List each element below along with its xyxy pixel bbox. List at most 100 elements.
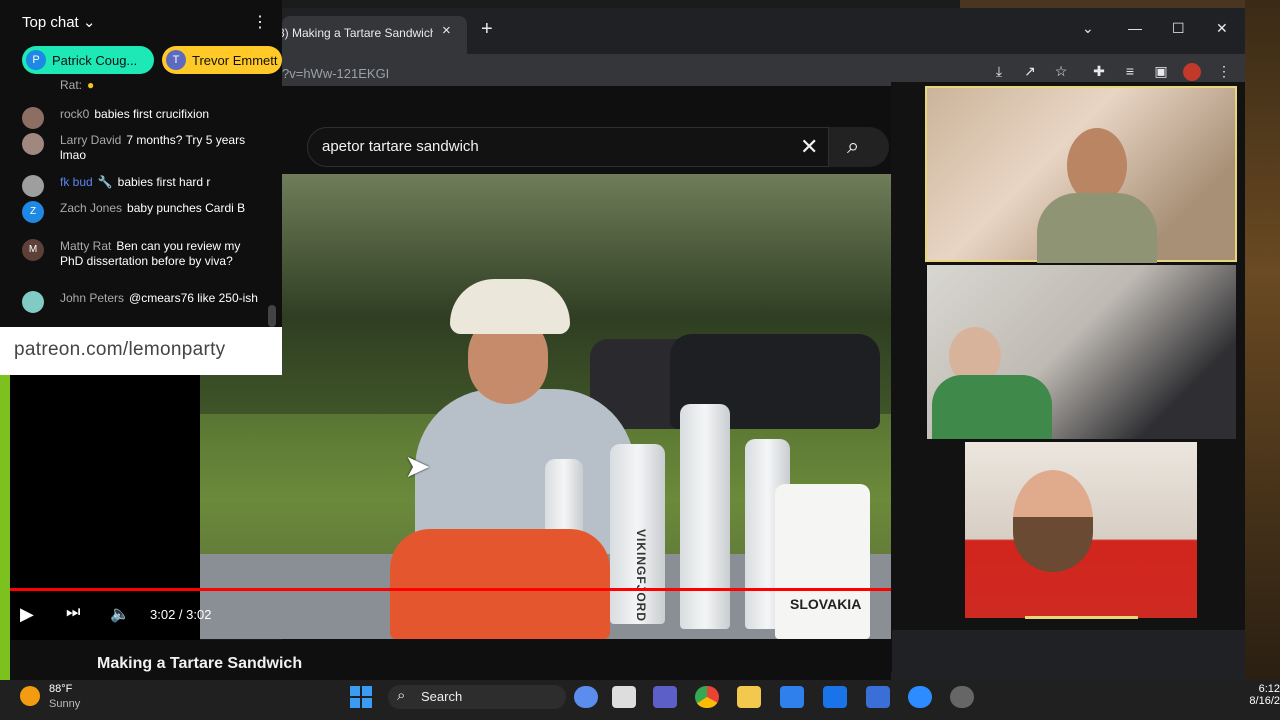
folder-icon[interactable] (737, 686, 761, 708)
search-input[interactable]: apetor tartare sandwich (322, 138, 479, 155)
webcam-feed-1 (925, 86, 1237, 263)
windows-logo-tile (362, 686, 372, 696)
play-icon[interactable]: ▶ (20, 604, 34, 625)
tab-search-icon[interactable]: ⌄ (1082, 20, 1094, 37)
taskbar-search[interactable]: ⌕ Search (388, 685, 566, 709)
webcam-body (932, 375, 1052, 439)
install-icon[interactable]: ⤓ (990, 63, 1008, 81)
chat-author: Rat: (60, 78, 83, 92)
progress-bar[interactable] (10, 588, 891, 591)
tab-close-button[interactable]: × (442, 22, 451, 39)
address-bar[interactable]: ?v=hWw-121EKGI (282, 66, 389, 81)
chat-author: John Peters (60, 291, 125, 305)
time-display: 3:02 / 3:02 (150, 607, 212, 622)
side-panel-icon[interactable]: ▣ (1152, 63, 1170, 81)
chat-message: Larry David 7 months? Try 5 years lmao (22, 133, 262, 165)
video-letterbox (10, 375, 200, 640)
avatar: P (26, 50, 46, 70)
chat-author: Matty Rat (60, 239, 112, 253)
chat-message: John Peters @cmears76 like 250-ish (22, 291, 262, 323)
share-icon[interactable]: ↗ (1021, 63, 1039, 81)
teams-icon[interactable] (653, 686, 677, 708)
store-icon[interactable] (780, 686, 804, 708)
chat-message: M Matty Rat Ben can you review my PhD dis… (22, 239, 262, 285)
chat-author: rock0 (60, 107, 90, 121)
webcam-beard (1013, 517, 1093, 572)
mail-icon[interactable] (823, 686, 847, 708)
weather-temp[interactable]: 88°F (49, 683, 72, 695)
reading-list-icon[interactable]: ≡ (1121, 63, 1139, 81)
windows-logo-tile (350, 698, 360, 708)
live-chat: Top chat ⌄ ⋮ P Patrick Coug... T Trevor … (0, 0, 282, 327)
search-button[interactable]: ⌕ (829, 127, 889, 167)
chat-text: baby punches Cardi B (127, 201, 246, 215)
chat-scrollbar[interactable] (268, 305, 276, 327)
bottle-label: VIKINGFJORD (634, 529, 648, 623)
taskbar (0, 680, 1280, 720)
chat-text: @cmears76 like 250-ish (129, 291, 258, 305)
taskbar-search-label: Search (421, 689, 463, 704)
maximize-button[interactable]: ☐ (1172, 20, 1185, 37)
zoom-icon[interactable] (908, 686, 932, 708)
hand-icon: ● (87, 78, 95, 92)
avatar: M (22, 239, 44, 261)
volume-icon[interactable]: 🔈 (110, 604, 130, 624)
windows-logo-tile (350, 686, 360, 696)
chat-message: rock0 babies first crucifixion (22, 107, 262, 129)
bing-icon[interactable] (574, 686, 598, 708)
chip-name: Trevor Emmett (192, 53, 278, 68)
extensions-icon[interactable]: ✚ (1090, 63, 1108, 81)
video-chainsaw (390, 529, 610, 639)
chat-message: Z Zach Jones baby punches Cardi B (22, 201, 262, 233)
speaking-indicator (1025, 616, 1138, 619)
avatar (22, 175, 44, 197)
webcam-face (1067, 128, 1127, 203)
chrome-icon[interactable] (695, 686, 719, 708)
windows-logo-tile (362, 698, 372, 708)
profile-avatar[interactable] (1183, 63, 1201, 81)
new-tab-button[interactable]: + (481, 18, 493, 41)
background-strip (960, 0, 1280, 8)
chat-author: fk bud (60, 175, 93, 189)
copilot-icon[interactable] (866, 686, 890, 708)
weather-condition[interactable]: Sunny (49, 698, 80, 710)
search-box[interactable]: apetor tartare sandwich ✕ (307, 127, 829, 167)
sun-icon[interactable] (20, 686, 40, 706)
pinned-user-chip[interactable]: P Patrick Coug... (22, 46, 154, 74)
youtube-header (282, 86, 892, 112)
chat-menu-icon[interactable]: ⋮ (252, 12, 268, 32)
start-button[interactable] (350, 686, 372, 708)
file-icon[interactable] (612, 686, 636, 708)
browser-tab[interactable]: 8) Making a Tartare Sandwich × (278, 16, 467, 54)
chat-author: Zach Jones (60, 201, 123, 215)
close-window-button[interactable]: ✕ (1216, 20, 1228, 37)
clock[interactable]: 6:12 8/16/2 (1222, 683, 1280, 707)
pinned-user-chip[interactable]: T Trevor Emmett (162, 46, 282, 74)
minimize-button[interactable]: — (1128, 20, 1142, 36)
patreon-banner: patreon.com/lemonparty (0, 327, 282, 375)
tab-strip: 8) Making a Tartare Sandwich × + ⌄ — ☐ ✕ (278, 8, 1245, 54)
menu-icon[interactable]: ⋮ (1215, 63, 1233, 81)
bookmark-star-icon[interactable]: ☆ (1052, 63, 1070, 81)
avatar: Z (22, 201, 44, 223)
search-icon: ⌕ (397, 687, 406, 704)
chat-text: babies first hard r (117, 175, 211, 189)
webcam-feed-3 (965, 442, 1197, 618)
chat-author: Larry David (60, 133, 122, 147)
wrench-icon: 🔧 (97, 175, 113, 189)
mouse-cursor-icon: ➤ (404, 448, 431, 484)
chat-message: Rat: ● (22, 78, 262, 92)
clock-date: 8/16/2 (1249, 695, 1280, 707)
recording-app-icon[interactable] (950, 686, 974, 708)
clear-search-icon[interactable]: ✕ (800, 134, 818, 160)
webcam-body (1037, 193, 1157, 263)
video-title: Making a Tartare Sandwich (97, 655, 303, 672)
video-player[interactable]: VIKINGFJORD SLOVAKIA (200, 174, 891, 639)
next-icon[interactable]: ⏭ (66, 604, 80, 622)
avatar (22, 291, 44, 313)
video-bottle (680, 404, 730, 629)
tab-title: 8) Making a Tartare Sandwich (278, 26, 433, 40)
chat-title[interactable]: Top chat ⌄ (22, 13, 95, 31)
avatar (22, 133, 44, 155)
avatar: T (166, 50, 186, 70)
